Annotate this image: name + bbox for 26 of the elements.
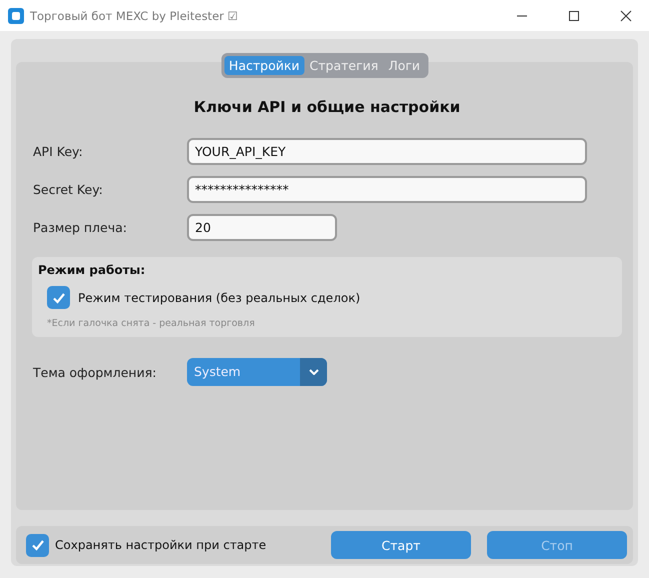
checkbox-label: Режим тестирования (без реальных сделок) xyxy=(78,290,360,304)
input-field[interactable]: YOUR_API_KEY xyxy=(187,138,587,165)
close-icon[interactable] xyxy=(620,10,632,22)
hint-text: *Если галочка снята - реальная торговля xyxy=(47,318,256,329)
tab[interactable]: Настройки xyxy=(224,56,305,75)
checkmark-icon xyxy=(30,538,44,552)
field-label: Тема оформления: xyxy=(33,364,158,380)
tab[interactable]: Стратегия xyxy=(304,56,384,75)
field-label: Secret Key: xyxy=(33,182,104,197)
section-heading: Ключи API и общие настройки xyxy=(192,98,462,116)
theme-dropdown[interactable]: System xyxy=(187,358,327,386)
input-field[interactable]: 20 xyxy=(187,214,337,241)
checkbox[interactable] xyxy=(26,534,49,556)
input-field[interactable]: *************** xyxy=(187,176,587,203)
app-icon xyxy=(8,8,24,24)
maximize-icon[interactable] xyxy=(568,10,580,22)
start-button[interactable]: Старт xyxy=(331,531,471,559)
group-title: Режим работы: xyxy=(38,263,146,277)
tab[interactable]: Логи xyxy=(383,56,426,75)
checkmark-icon xyxy=(52,290,66,304)
field-label: API Key: xyxy=(33,144,84,159)
window-title: Торговый бот MEXC by Pleitester ☑ xyxy=(30,8,238,22)
checkbox-label: Сохранять настройки при старте xyxy=(55,538,266,552)
field-label: Размер плеча: xyxy=(33,220,128,235)
checkbox[interactable] xyxy=(47,286,70,309)
chevron-down-icon xyxy=(308,369,318,375)
